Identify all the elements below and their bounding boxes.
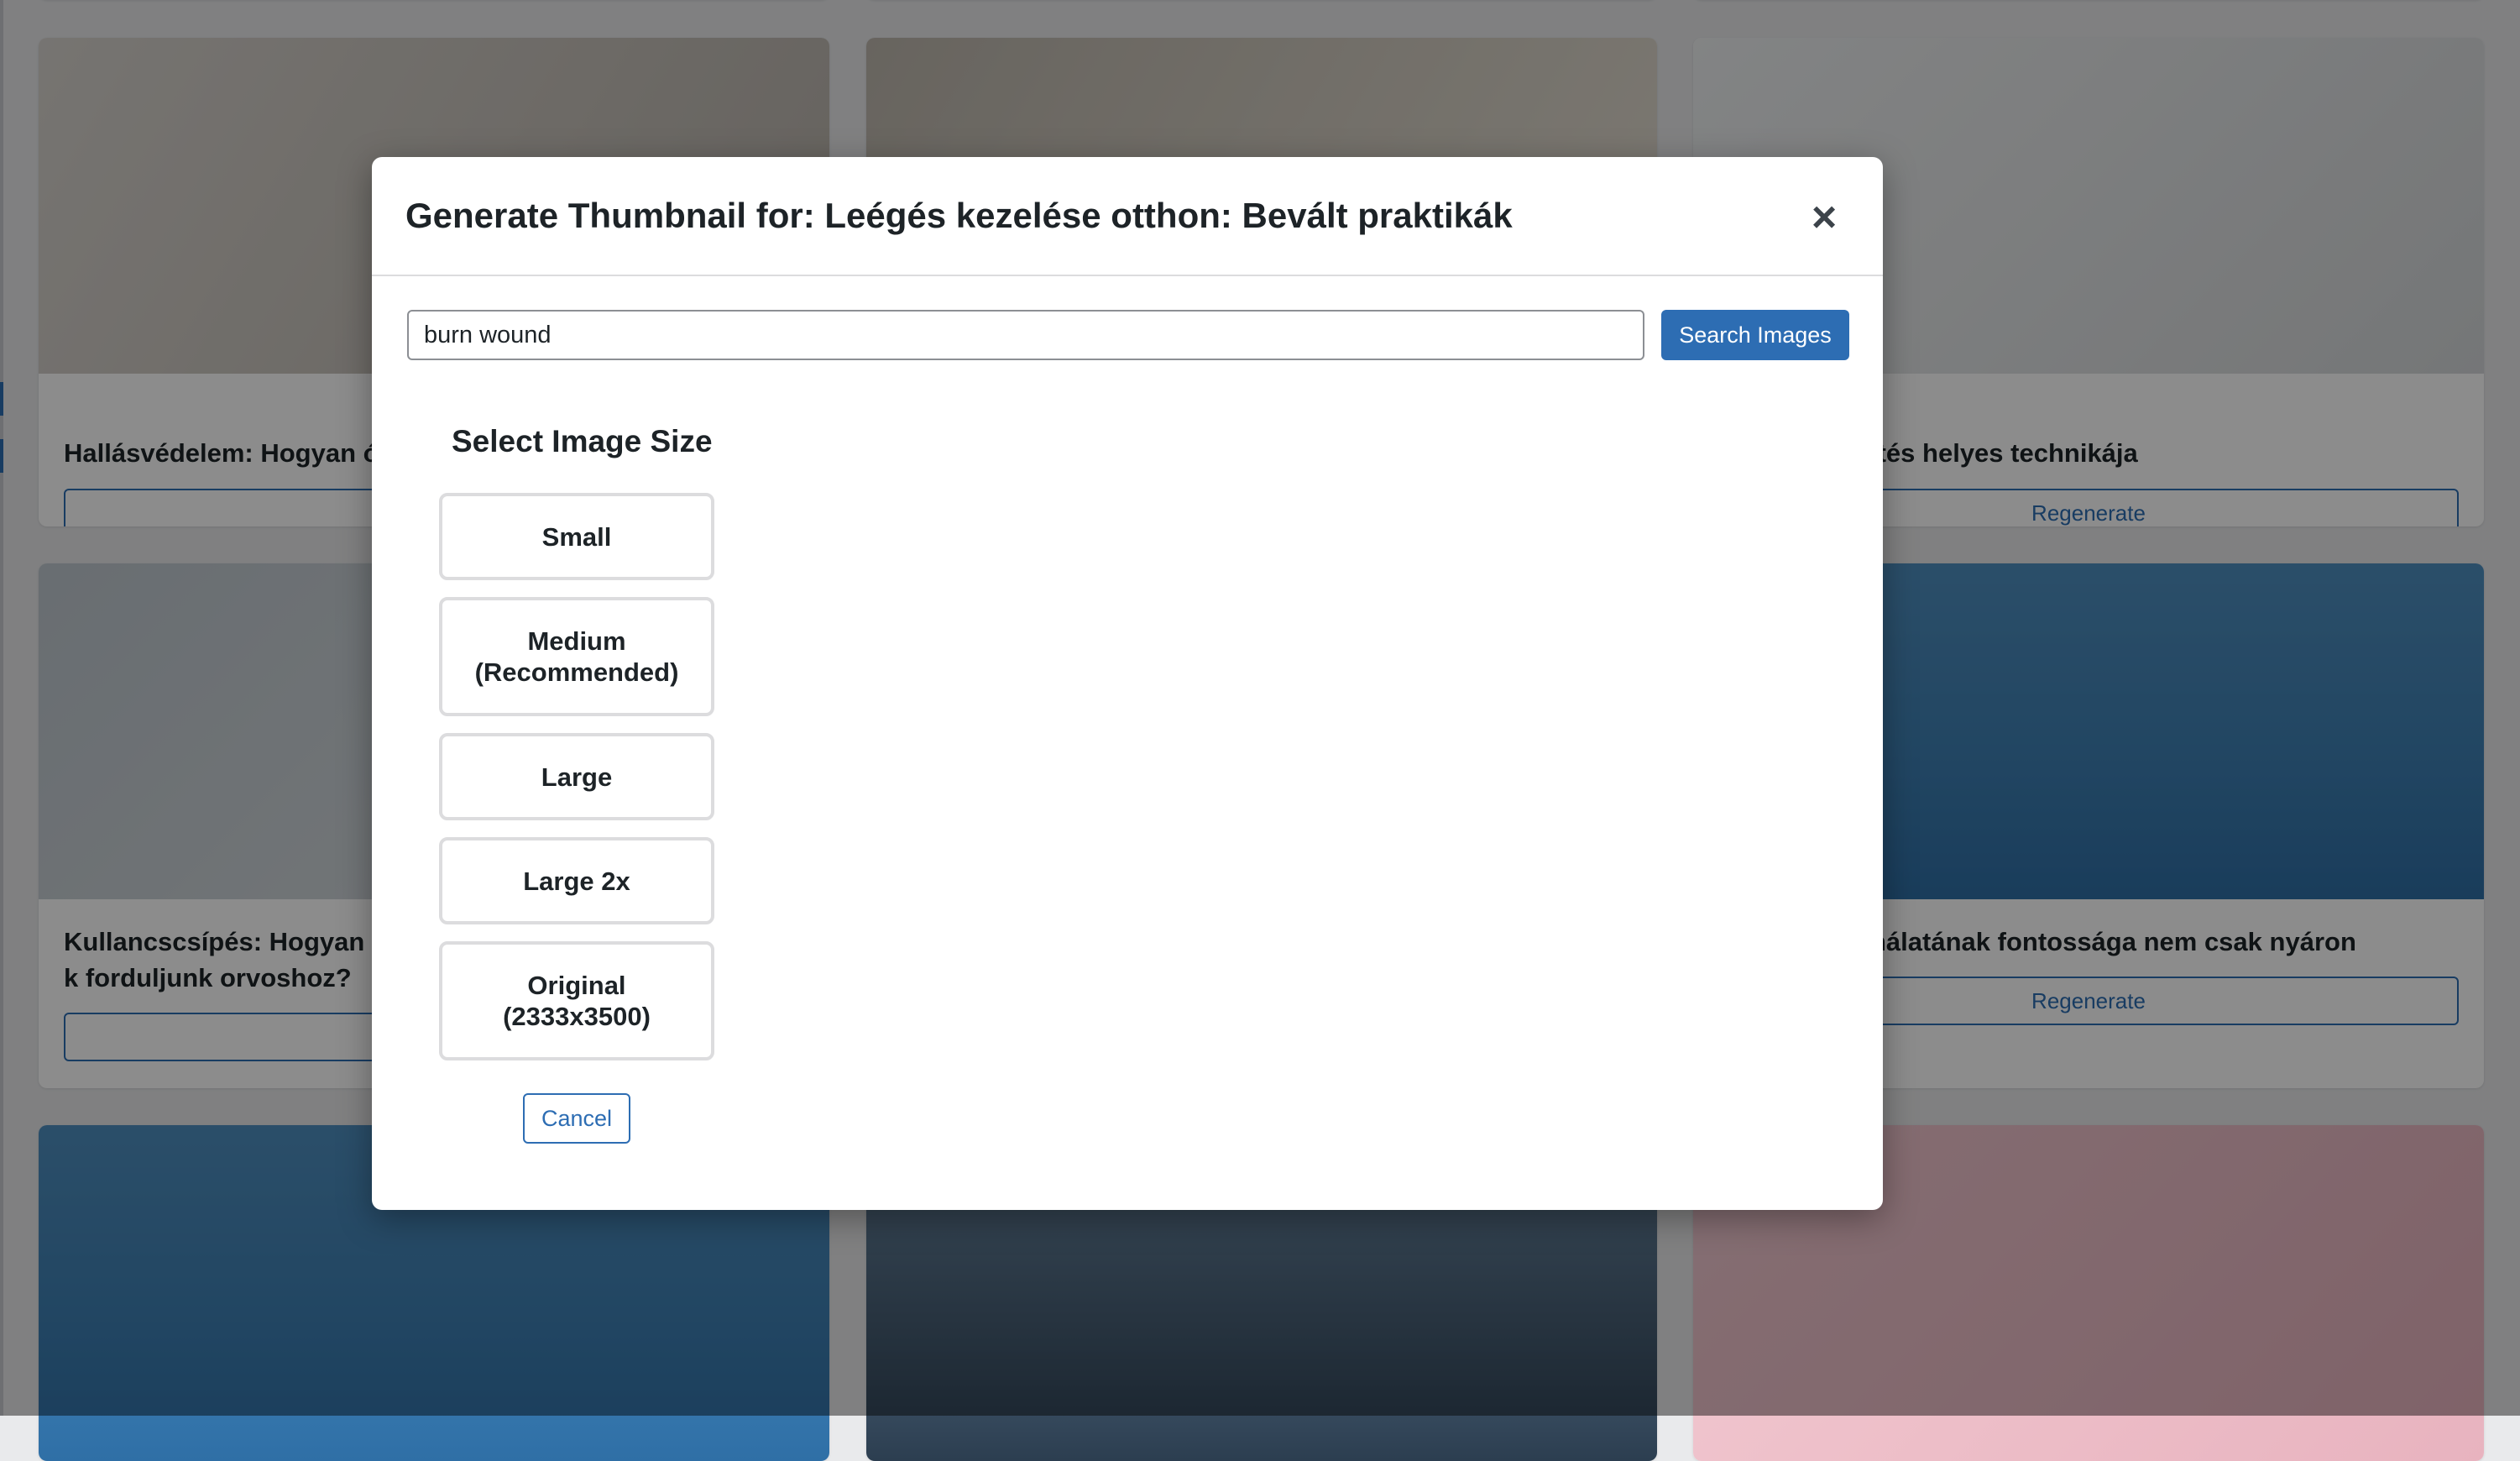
close-icon[interactable]: × xyxy=(1799,192,1849,243)
size-option-original[interactable]: Original (2333x3500) xyxy=(439,941,714,1060)
cancel-button[interactable]: Cancel xyxy=(523,1093,630,1144)
size-option-label: Original (2333x3500) xyxy=(503,971,651,1031)
size-option-small[interactable]: Small xyxy=(439,493,714,580)
size-option-medium[interactable]: Medium (Recommended) xyxy=(439,597,714,716)
size-option-large[interactable]: Large xyxy=(439,733,714,820)
size-option-large-2x[interactable]: Large 2x xyxy=(439,837,714,924)
generate-thumbnail-modal: Generate Thumbnail for: Leégés kezelése … xyxy=(372,157,1883,1210)
image-search-input[interactable] xyxy=(407,310,1644,360)
size-option-label: Large xyxy=(541,762,613,792)
select-image-size-heading: Select Image Size xyxy=(452,424,713,458)
search-images-button[interactable]: Search Images xyxy=(1661,310,1849,360)
size-option-label: Small xyxy=(541,521,612,552)
size-option-label: Large 2x xyxy=(523,866,630,896)
modal-title: Generate Thumbnail for: Leégés kezelése … xyxy=(405,196,1513,235)
modal-header: Generate Thumbnail for: Leégés kezelése … xyxy=(372,157,1883,276)
size-option-label: Medium (Recommended) xyxy=(474,626,679,687)
